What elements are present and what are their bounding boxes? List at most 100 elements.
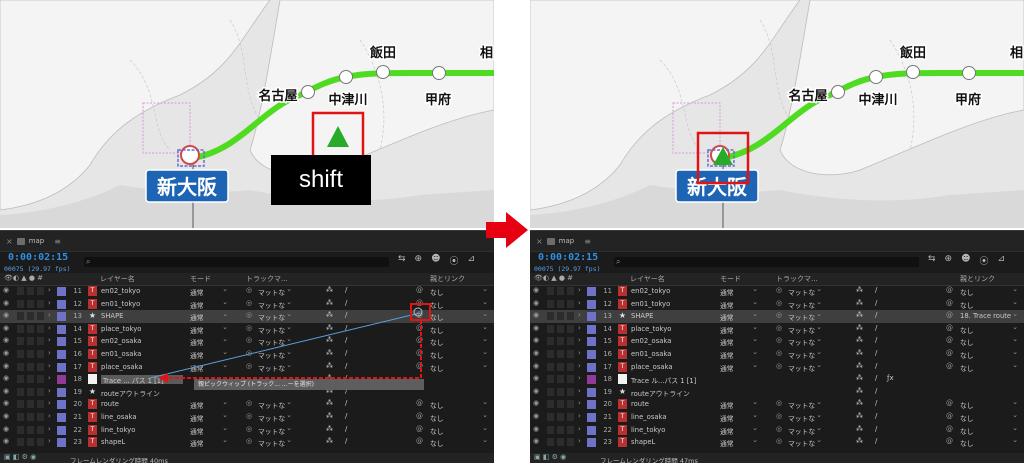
quality-switch[interactable]: / <box>875 299 877 307</box>
label-color[interactable] <box>57 413 66 422</box>
track-matte-icon[interactable]: ◎ <box>776 286 782 294</box>
visibility-icon[interactable]: ◉ <box>3 425 9 433</box>
layer-row[interactable]: ◉ › 15 Ten02_osaka 通常 ◎ マットな ⁂ / @ なし <box>530 335 1024 347</box>
track-matte-icon[interactable]: ◎ <box>776 425 782 433</box>
quality-switch[interactable]: / <box>875 362 877 370</box>
label-color[interactable] <box>57 438 66 448</box>
expand-arrow-icon[interactable]: › <box>578 349 581 357</box>
audio-toggle[interactable] <box>547 324 554 333</box>
layer-row[interactable]: ◉ › 17 Tplace_osaka 通常 ◎ マットな ⁂ / @ なし <box>530 361 1024 373</box>
expand-arrow-icon[interactable]: › <box>578 437 581 445</box>
pickwhip-icon[interactable]: @ <box>416 299 423 307</box>
collapse-switch[interactable]: ⁂ <box>326 299 333 307</box>
audio-toggle[interactable] <box>547 438 554 447</box>
visibility-icon[interactable]: ◉ <box>533 399 539 407</box>
pickwhip-icon[interactable]: @ <box>946 286 953 294</box>
pickwhip-icon[interactable]: @ <box>416 425 423 433</box>
solo-toggle[interactable] <box>557 387 564 396</box>
expand-arrow-icon[interactable]: › <box>578 425 581 433</box>
solo-toggle[interactable] <box>27 387 34 396</box>
layer-name[interactable]: en02_osaka <box>101 337 141 345</box>
label-color[interactable] <box>57 287 66 296</box>
visibility-icon[interactable]: ◉ <box>533 374 539 382</box>
solo-toggle[interactable] <box>557 299 564 308</box>
layer-name[interactable]: en02_osaka <box>631 337 671 345</box>
visibility-icon[interactable]: ◉ <box>533 437 539 445</box>
solo-toggle[interactable] <box>27 350 34 358</box>
visibility-icon[interactable]: ◉ <box>533 299 539 307</box>
visibility-icon[interactable]: ◉ <box>533 311 539 319</box>
layer-name[interactable]: line_tokyo <box>631 426 665 434</box>
status-icons[interactable]: ▣ ◧ ⚙ ◉ <box>4 453 36 461</box>
header-track-matte[interactable]: トラックマ... <box>246 274 288 284</box>
collapse-switch[interactable]: ⁂ <box>856 387 863 395</box>
parent-select[interactable]: なし <box>430 361 488 373</box>
quality-switch[interactable]: / <box>345 311 347 319</box>
layer-row[interactable]: ◉ › 11 Ten02_tokyo 通常 ◎ マットな ⁂ / @ なし <box>530 285 1024 297</box>
expand-arrow-icon[interactable]: › <box>578 336 581 344</box>
label-color[interactable] <box>57 400 66 410</box>
audio-toggle[interactable] <box>17 375 24 384</box>
parent-select[interactable]: なし <box>430 411 488 423</box>
layer-name[interactable]: place_tokyo <box>631 325 671 333</box>
solo-toggle[interactable] <box>27 324 34 333</box>
label-color[interactable] <box>57 362 66 372</box>
track-matte-select[interactable]: マットな <box>788 298 822 310</box>
visibility-icon[interactable]: ◉ <box>3 311 9 319</box>
track-matte-icon[interactable]: ◎ <box>246 425 252 433</box>
layer-row[interactable]: ◉ › 23 TshapeL 通常 ◎ マットな ⁂ / @ なし <box>0 436 494 448</box>
pickwhip-icon[interactable]: @ <box>416 437 423 445</box>
quality-switch[interactable]: / <box>875 324 877 332</box>
quality-switch[interactable]: / <box>345 286 347 294</box>
quality-switch[interactable]: / <box>875 311 877 319</box>
graph-editor-icon[interactable]: ⊿ <box>998 254 1006 267</box>
composition-flow-icon[interactable]: ⇆ <box>928 254 936 267</box>
collapse-switch[interactable]: ⁂ <box>856 412 863 420</box>
layer-name[interactable]: routeアウトライン <box>101 388 160 398</box>
layer-row[interactable]: ◉ › 13 ★ SHAPE 通常 ◎ マットな ⁂ / @18. Trace route <box>530 310 1024 323</box>
timecode[interactable]: 0:00:02:15 <box>538 252 598 263</box>
solo-toggle[interactable] <box>557 324 564 333</box>
header-parent[interactable]: 親とリンク <box>430 274 465 284</box>
layer-name[interactable]: Trace ... パス 1 [1] <box>101 374 183 385</box>
audio-toggle[interactable] <box>17 413 24 421</box>
expand-arrow-icon[interactable]: › <box>48 387 51 395</box>
parent-select[interactable]: なし <box>960 361 1018 373</box>
lock-toggle[interactable] <box>37 400 44 409</box>
lock-toggle[interactable] <box>37 337 44 346</box>
track-matte-select[interactable]: マットな <box>788 436 822 448</box>
track-matte-select[interactable]: マットな <box>788 424 822 436</box>
header-layer-name[interactable]: レイヤー名 <box>630 274 665 284</box>
layer-name[interactable]: Trace ル...パス 1 [1] <box>631 375 696 385</box>
label-color[interactable] <box>587 287 596 296</box>
track-matte-select[interactable]: マットな <box>258 285 292 297</box>
collapse-switch[interactable]: ⁂ <box>326 425 333 433</box>
audio-toggle[interactable] <box>547 375 554 384</box>
blend-mode-select[interactable]: 通常 <box>190 298 228 310</box>
visibility-icon[interactable]: ◉ <box>533 286 539 294</box>
tab-map[interactable]: × map ≡ <box>536 234 591 248</box>
lock-toggle[interactable] <box>567 413 574 421</box>
solo-toggle[interactable] <box>557 425 564 434</box>
track-matte-icon[interactable]: ◎ <box>246 311 252 319</box>
blend-mode-select[interactable]: 通常 <box>720 361 758 373</box>
layer-name[interactable]: en02_tokyo <box>101 287 140 295</box>
parent-select[interactable]: なし <box>960 411 1018 423</box>
layer-row[interactable]: ◉ › 11 Ten02_tokyo 通常 ◎ マットな ⁂ / @ なし <box>0 285 494 297</box>
audio-toggle[interactable] <box>17 350 24 358</box>
layer-row[interactable]: ◉ › 19 ★ routeアウトライン ⁂ / <box>530 386 1024 398</box>
audio-toggle[interactable] <box>17 400 24 409</box>
expand-arrow-icon[interactable]: › <box>48 437 51 445</box>
quality-switch[interactable]: / <box>875 387 877 395</box>
label-color[interactable] <box>57 299 66 309</box>
collapse-switch[interactable]: ⁂ <box>856 399 863 407</box>
layer-name[interactable]: SHAPE <box>101 312 123 320</box>
solo-toggle[interactable] <box>557 413 564 421</box>
header-track-matte[interactable]: トラックマ... <box>776 274 818 284</box>
expand-arrow-icon[interactable]: › <box>578 374 581 382</box>
track-matte-select[interactable]: マットな <box>258 398 292 410</box>
solo-toggle[interactable] <box>27 312 34 321</box>
search-input[interactable]: ⌕ <box>84 257 389 267</box>
label-color[interactable] <box>587 387 596 397</box>
track-matte-icon[interactable]: ◎ <box>246 286 252 294</box>
